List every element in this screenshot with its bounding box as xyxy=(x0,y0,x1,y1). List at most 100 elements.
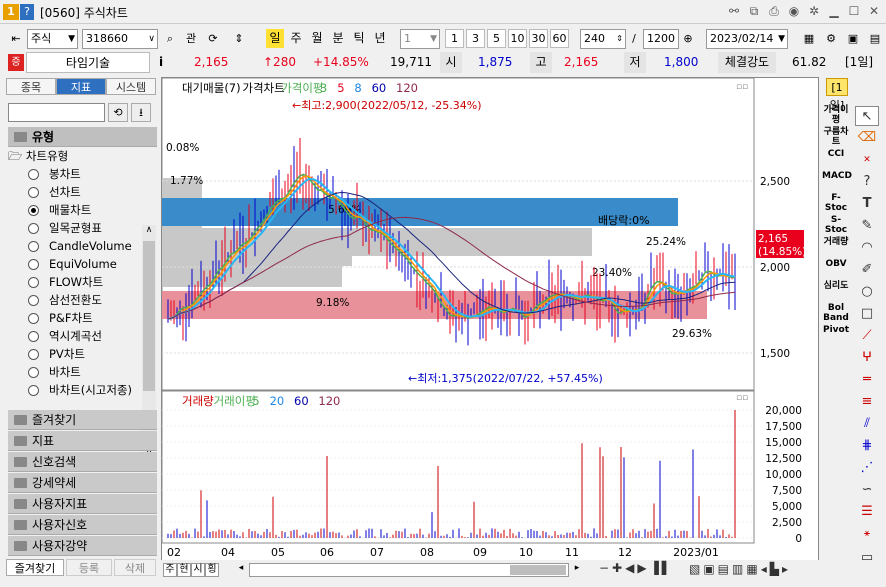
tab-system[interactable]: 시스템 xyxy=(106,78,156,95)
footer-tab-week[interactable]: 주 xyxy=(163,563,177,577)
section-6[interactable]: 사용자강약 xyxy=(8,536,157,556)
close-icon[interactable]: ✕ xyxy=(866,3,882,19)
radio-icon[interactable] xyxy=(28,295,39,306)
period-day[interactable]: 일 xyxy=(266,29,284,48)
indicator-button[interactable]: F-Stoc xyxy=(822,193,850,213)
save-icon[interactable]: ▣ xyxy=(844,29,862,49)
chart-area[interactable]: 0.08%1.77%5.69%9.18%25.24%23.40%29.63%2,… xyxy=(161,77,819,578)
chart-type-item[interactable]: P&F차트 xyxy=(28,309,93,327)
chart-type-item[interactable]: 봉차트 xyxy=(28,165,81,183)
indicator-search-input[interactable] xyxy=(8,103,105,122)
search-icon[interactable]: ⌕ xyxy=(161,29,179,49)
radio-icon[interactable] xyxy=(28,187,39,198)
nav-controls[interactable]: −✚◀▶▐▌ xyxy=(599,561,674,575)
camera-icon[interactable]: ◉ xyxy=(786,3,802,19)
auto-icon[interactable]: ⚹ xyxy=(855,524,879,544)
copy-icon[interactable]: ⧉ xyxy=(746,3,762,19)
refresh-icon[interactable]: ⟳ xyxy=(203,29,223,49)
chart-type-item[interactable]: 역시계곡선 xyxy=(28,327,102,345)
indicator-button[interactable]: Bol Band xyxy=(822,303,850,323)
indicator-button[interactable]: Pivot xyxy=(822,325,850,335)
chart-config-icon[interactable]: ▦ xyxy=(800,29,818,49)
chart-canvas[interactable]: 0.08%1.77%5.69%9.18%25.24%23.40%29.63%2,… xyxy=(161,77,818,577)
gann-icon[interactable]: ⋕ xyxy=(855,436,879,456)
radio-icon[interactable] xyxy=(28,223,39,234)
prev-icon[interactable]: ⇤ xyxy=(6,29,26,49)
zoom-icon[interactable]: ⊕ xyxy=(680,29,696,49)
updown-icon[interactable]: ⇕ xyxy=(226,29,252,49)
chart-type-item[interactable]: EquiVolume xyxy=(28,255,117,273)
retrace-icon[interactable]: ☰ xyxy=(855,502,879,522)
channel-icon[interactable]: ⫽ xyxy=(855,414,879,434)
period-month[interactable]: 월 xyxy=(308,29,326,48)
indicator-button[interactable]: 구름차트 xyxy=(822,127,850,147)
trendline-icon[interactable]: ⟋ xyxy=(855,326,879,346)
period-year[interactable]: 년 xyxy=(371,29,389,48)
minimize-icon[interactable]: ▁ xyxy=(826,3,842,19)
radio-icon[interactable] xyxy=(28,169,39,180)
footer-tab-horizontal[interactable]: 횡 xyxy=(205,563,219,577)
fan-icon[interactable]: ⋰ xyxy=(855,458,879,478)
radio-icon[interactable] xyxy=(28,205,39,216)
info-icon[interactable]: i xyxy=(153,52,169,73)
code-input[interactable]: 318660 ∨ xyxy=(82,29,158,49)
indicator-button[interactable]: 심리도 xyxy=(822,281,850,291)
section-5[interactable]: 사용자신호 xyxy=(8,515,157,535)
chart-type-item[interactable]: PV차트 xyxy=(28,345,85,363)
section-3[interactable]: 강세약세 xyxy=(8,473,157,493)
help-icon[interactable]: ? xyxy=(20,4,34,20)
chart-type-item[interactable]: 일목균형표 xyxy=(28,219,102,237)
chart-type-item[interactable]: 바차트(시고저종) xyxy=(28,381,132,399)
radio-icon[interactable] xyxy=(28,349,39,360)
pen-icon[interactable]: ✐ xyxy=(855,260,879,280)
interval-60[interactable]: 60 xyxy=(550,29,569,48)
footer-tab-market[interactable]: 시 xyxy=(191,563,205,577)
gear-icon[interactable]: ⚙ xyxy=(822,29,840,49)
period-tag-button[interactable]: [1일] xyxy=(826,78,848,112)
chart-scrollbar[interactable] xyxy=(249,563,569,577)
maximize-icon[interactable]: ☐ xyxy=(846,3,862,19)
hline-icon[interactable]: ═ xyxy=(855,370,879,390)
section-type[interactable]: 유형 xyxy=(8,127,157,147)
section-2[interactable]: 신호검색 xyxy=(8,452,157,472)
interval-10[interactable]: 10 xyxy=(508,29,527,48)
indicator-button[interactable]: S-Stoc xyxy=(822,215,850,235)
radio-icon[interactable] xyxy=(28,277,39,288)
radio-icon[interactable] xyxy=(28,313,39,324)
square-icon[interactable]: □ xyxy=(855,304,879,324)
indicator-button[interactable]: MACD xyxy=(822,171,852,181)
interval-30[interactable]: 30 xyxy=(529,29,548,48)
marker-icon[interactable]: ✎ xyxy=(855,216,879,236)
interval-3[interactable]: 3 xyxy=(466,29,485,48)
total-input[interactable]: 1200 xyxy=(643,29,679,49)
chart-type-item[interactable]: FLOW차트 xyxy=(28,273,103,291)
magnet-icon[interactable]: ◠ xyxy=(855,238,879,258)
chart-type-item[interactable]: 삼선전환도 xyxy=(28,291,102,309)
radio-icon[interactable] xyxy=(28,385,39,396)
scroll-right-icon[interactable]: ▸ xyxy=(571,563,583,577)
tree-root-chart-type[interactable]: 🗁 차트유형 xyxy=(8,147,68,165)
print-icon[interactable]: ⎙ xyxy=(766,3,782,19)
chart-type-item[interactable]: 매물차트 xyxy=(28,201,91,219)
interval-5[interactable]: 5 xyxy=(487,29,506,48)
period-minute[interactable]: 분 xyxy=(329,29,347,48)
radio-icon[interactable] xyxy=(28,367,39,378)
download-icon[interactable]: ⭳ xyxy=(131,103,151,122)
chart-type-item[interactable]: 선차트 xyxy=(28,183,81,201)
zigzag-icon[interactable]: ⵖ xyxy=(855,348,879,368)
indicator-button[interactable]: CCI xyxy=(822,149,850,159)
tab-indicators[interactable]: 지표 xyxy=(56,78,106,95)
layout-icon[interactable]: ▤ xyxy=(866,29,884,49)
register-button[interactable]: 등록 xyxy=(66,559,112,576)
market-select[interactable]: 주식 ▼ xyxy=(27,29,78,49)
period-week[interactable]: 주 xyxy=(287,29,305,48)
period-tick[interactable]: 틱 xyxy=(350,29,368,48)
delete-button[interactable]: 삭제 xyxy=(114,559,156,576)
interval-1[interactable]: 1 xyxy=(445,29,464,48)
section-1[interactable]: 지표 xyxy=(8,431,157,451)
section-0[interactable]: 즐겨찾기 xyxy=(8,410,157,430)
radio-icon[interactable] xyxy=(28,241,39,252)
fibo-icon[interactable]: ≡ xyxy=(855,392,879,412)
window-icon[interactable]: ▭ xyxy=(855,548,879,568)
footer-tab-current[interactable]: 현 xyxy=(177,563,191,577)
